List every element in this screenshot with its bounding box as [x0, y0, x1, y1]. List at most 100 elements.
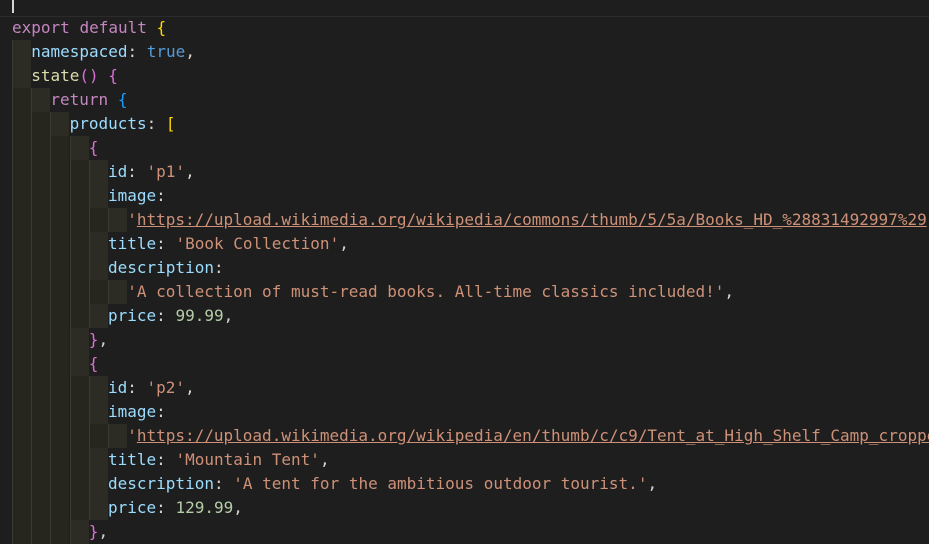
code-line[interactable]: price: 129.99, [0, 496, 929, 520]
indent-guide [50, 352, 70, 376]
code-token: , [233, 498, 243, 517]
code-line[interactable]: export default { [0, 16, 929, 40]
code-line[interactable]: return { [0, 88, 929, 112]
indent-guide [88, 184, 108, 208]
indent-guide [12, 304, 31, 328]
code-line[interactable]: 'A collection of must-read books. All-ti… [0, 280, 929, 304]
indent-guide [31, 160, 51, 184]
indent-guide [12, 424, 31, 448]
code-token: 'p1' [146, 162, 186, 181]
indent-guide [69, 472, 89, 496]
code-token: , [185, 162, 195, 181]
code-token: : [127, 42, 147, 61]
code-line[interactable]: title: 'Mountain Tent', [0, 448, 929, 472]
code-token: { [156, 18, 167, 37]
indent-guide [69, 256, 89, 280]
code-line[interactable]: price: 99.99, [0, 304, 929, 328]
indent-guide [50, 400, 70, 424]
indent-guide [31, 520, 51, 544]
indent-guide [69, 400, 89, 424]
indent-guide [50, 424, 70, 448]
indent-guide [50, 160, 70, 184]
indent-guide [88, 424, 108, 448]
code-token: namespaced [31, 42, 128, 61]
code-text: title: 'Mountain Tent', [108, 448, 330, 472]
code-token: price [108, 306, 157, 325]
code-token: 'A collection of must-read books. All-ti… [127, 282, 725, 301]
code-line[interactable]: image: [0, 400, 929, 424]
indent-guide [50, 256, 70, 280]
code-text: title: 'Book Collection', [108, 232, 349, 256]
code-line[interactable]: { [0, 136, 929, 160]
code-text: 'https://upload.wikimedia.org/wikipedia/… [127, 424, 929, 448]
code-text: image: [108, 184, 166, 208]
code-line[interactable]: products: [ [0, 112, 929, 136]
code-line[interactable]: { [0, 352, 929, 376]
code-token: 'A tent for the ambitious outdoor touris… [233, 474, 648, 493]
code-line[interactable]: image: [0, 184, 929, 208]
indent-guide [31, 256, 51, 280]
indent-guide [69, 136, 89, 160]
code-token: : [156, 234, 176, 253]
code-token: : [213, 258, 224, 277]
code-line[interactable]: }, [0, 520, 929, 544]
code-token: true [146, 42, 186, 61]
code-text: { [89, 352, 99, 376]
indent-guide [31, 232, 51, 256]
url-link[interactable]: https://upload.wikimedia.org/wikipedia/e… [137, 426, 929, 445]
code-token: title [108, 450, 157, 469]
indent-guide [31, 352, 51, 376]
code-line[interactable]: description: [0, 256, 929, 280]
code-line[interactable]: 'https://upload.wikimedia.org/wikipedia/… [0, 424, 929, 448]
indent-guide [12, 184, 31, 208]
code-text: state() { [31, 64, 118, 88]
code-text: namespaced: true, [31, 40, 195, 64]
indent-guide [12, 232, 31, 256]
indent-guide [31, 136, 51, 160]
code-token: default [79, 18, 147, 37]
code-line[interactable]: state() { [0, 64, 929, 88]
code-line[interactable]: 'https://upload.wikimedia.org/wikipedia/… [0, 208, 929, 232]
indent-guide [31, 424, 51, 448]
code-token: 99.99 [175, 306, 224, 325]
code-token: { [108, 66, 118, 85]
code-token: image [108, 186, 157, 205]
code-token: products [69, 114, 147, 133]
indent-guide [69, 160, 89, 184]
indent-guide [69, 304, 89, 328]
code-token: , [647, 474, 658, 493]
code-token: price [108, 498, 157, 517]
code-line[interactable]: id: 'p2', [0, 376, 929, 400]
indent-guide [12, 112, 31, 136]
indent-guide [31, 328, 51, 352]
indent-guide [69, 352, 89, 376]
code-token: { [88, 138, 99, 157]
indent-guide [12, 448, 31, 472]
code-token: { [117, 90, 128, 109]
code-line[interactable]: namespaced: true, [0, 40, 929, 64]
indent-guide [88, 280, 108, 304]
code-line[interactable]: id: 'p1', [0, 160, 929, 184]
code-token: , [319, 450, 330, 469]
code-line[interactable]: title: 'Book Collection', [0, 232, 929, 256]
indent-guide [31, 208, 51, 232]
code-text: products: [ [70, 112, 176, 136]
indent-guide [108, 208, 127, 232]
url-link[interactable]: https://upload.wikimedia.org/wikipedia/c… [137, 210, 927, 229]
indent-guide [108, 280, 127, 304]
indent-guide [31, 400, 51, 424]
code-token: : [156, 402, 166, 421]
indent-guide [12, 280, 31, 304]
code-text: price: 99.99, [108, 304, 233, 328]
indent-guide [31, 88, 51, 112]
code-line[interactable]: description: 'A tent for the ambitious o… [0, 472, 929, 496]
code-editor[interactable]: export default {namespaced: true, state()… [0, 16, 929, 544]
code-line[interactable]: }, [0, 328, 929, 352]
indent-guide [50, 328, 70, 352]
code-token: } [88, 522, 99, 541]
indent-guide [69, 232, 89, 256]
code-token: description [108, 474, 214, 493]
indent-guide [50, 184, 70, 208]
indent-guide [69, 424, 89, 448]
code-text: description: [108, 256, 224, 280]
